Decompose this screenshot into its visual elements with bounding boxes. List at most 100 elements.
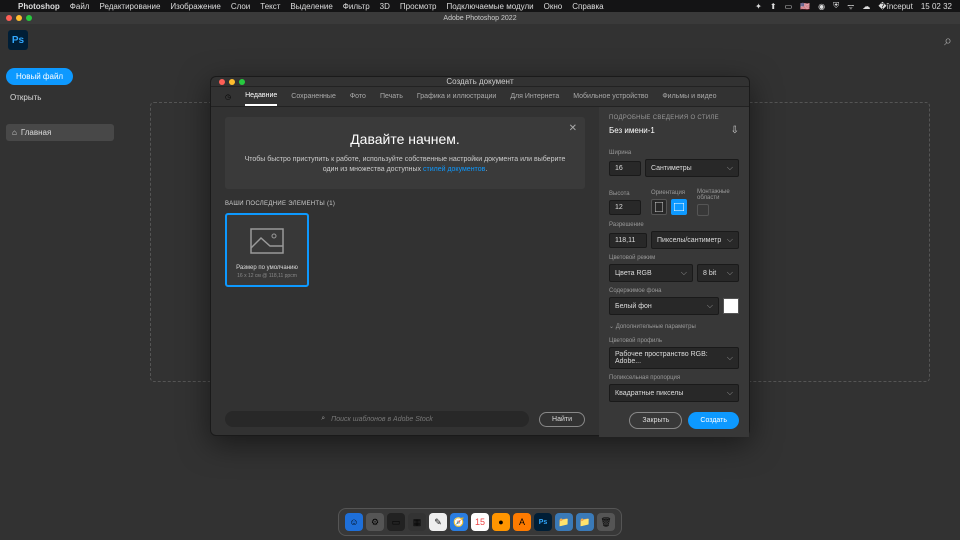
tab-film[interactable]: Фильмы и видео (662, 88, 716, 105)
safari-icon[interactable]: 🧭 (450, 513, 468, 531)
calendar-icon[interactable]: 15 (471, 513, 489, 531)
menu-file[interactable]: Файл (70, 2, 90, 11)
create-button[interactable]: Создать (688, 412, 739, 429)
sidebar-item-home[interactable]: ⌂ Главная (6, 124, 114, 141)
width-input[interactable] (609, 161, 641, 176)
preset-thumb-icon (233, 221, 301, 261)
status-icon[interactable]: ⬆ (770, 2, 777, 11)
close-icon[interactable] (219, 79, 225, 85)
new-file-button[interactable]: Новый файл (6, 68, 73, 85)
tab-saved[interactable]: Сохраненные (291, 88, 336, 105)
folder-icon[interactable]: 📁 (576, 513, 594, 531)
photoshop-icon[interactable]: Ps (534, 513, 552, 531)
window-title: Adobe Photoshop 2022 (443, 15, 516, 22)
app-toolbar: Ps ⌕ (0, 24, 960, 56)
sync-icon[interactable]: ◉ (818, 2, 825, 11)
preset-tabs: ◷ Недавние Сохраненные Фото Печать Графи… (211, 87, 749, 107)
close-icon[interactable]: ✕ (569, 123, 577, 134)
preset-sub: 16 x 12 см @ 118,11 ppcm (233, 273, 301, 279)
folder-icon[interactable]: 📁 (555, 513, 573, 531)
doc-name[interactable]: Без имени-1 (609, 126, 655, 135)
advanced-toggle[interactable]: ⌄ Дополнительные параметры (609, 323, 739, 330)
preset-default[interactable]: Размер по умолчанию 16 x 12 см @ 118,11 … (225, 213, 309, 287)
maximize-icon[interactable] (26, 15, 32, 21)
status-icon[interactable]: ✦ (755, 2, 762, 11)
terminal-icon[interactable]: ▭ (387, 513, 405, 531)
home-sidebar: Новый файл Открыть ⌂ Главная (0, 56, 120, 540)
clock[interactable]: 15 02 32 (921, 2, 952, 11)
width-label: Ширина (609, 150, 739, 156)
menu-layers[interactable]: Слои (231, 2, 250, 11)
save-preset-icon[interactable]: ⇩ (731, 125, 739, 136)
menu-edit[interactable]: Редактирование (99, 2, 160, 11)
menu-help[interactable]: Справка (572, 2, 603, 11)
battery-icon[interactable]: ▭ (785, 2, 793, 11)
open-link[interactable]: Открыть (6, 85, 114, 110)
doc-styles-link[interactable]: стилей документов (423, 166, 485, 173)
hero-banner: ✕ Давайте начнем. Чтобы быстро приступит… (225, 117, 585, 189)
preset-name: Размер по умолчанию (233, 265, 301, 271)
app-icon[interactable]: ● (492, 513, 510, 531)
color-mode-select[interactable]: Цвета RGB (609, 264, 693, 282)
settings-icon[interactable]: ⚙ (366, 513, 384, 531)
profile-label: Цветовой профиль (609, 338, 739, 344)
tab-web[interactable]: Для Интернета (510, 88, 559, 105)
search-placeholder: Поиск шаблонов в Adobe Stock (331, 416, 433, 423)
app-icon[interactable]: ▦ (408, 513, 426, 531)
flag-icon[interactable]: 🇺🇸 (800, 2, 810, 11)
menu-text[interactable]: Текст (260, 2, 280, 11)
menu-view[interactable]: Просмотр (400, 2, 437, 11)
height-input[interactable] (609, 200, 641, 215)
search-icon[interactable]: ⌕ (944, 32, 952, 49)
control-center-icon[interactable]: �început (878, 2, 912, 11)
tab-recent[interactable]: Недавние (245, 87, 277, 106)
menu-select[interactable]: Выделение (290, 2, 332, 11)
portrait-button[interactable] (651, 199, 667, 215)
tab-art[interactable]: Графика и иллюстрации (417, 88, 496, 105)
menu-window[interactable]: Окно (544, 2, 563, 11)
menu-3d[interactable]: 3D (380, 2, 390, 11)
app-menu[interactable]: Photoshop (18, 2, 60, 11)
menu-filter[interactable]: Фильтр (343, 2, 370, 11)
notes-icon[interactable]: ✎ (429, 513, 447, 531)
search-icon: ⌕ (321, 415, 325, 423)
sidebar-item-label: Главная (21, 128, 51, 137)
finder-icon[interactable]: ☺ (345, 513, 363, 531)
minimize-icon[interactable] (16, 15, 22, 21)
height-label: Высота (609, 191, 641, 197)
tab-photo[interactable]: Фото (350, 88, 366, 105)
window-titlebar: Adobe Photoshop 2022 (0, 12, 960, 24)
orient-label: Ориентация (651, 190, 687, 196)
photoshop-logo[interactable]: Ps (8, 30, 28, 50)
aspect-label: Попиксельная пропорция (609, 375, 739, 381)
aspect-select[interactable]: Квадратные пикселы (609, 384, 739, 402)
macos-dock[interactable]: ☺ ⚙ ▭ ▦ ✎ 🧭 15 ● A Ps 📁 📁 🗑 (338, 508, 622, 536)
unit-select[interactable]: Сантиметры (645, 159, 739, 177)
minimize-icon[interactable] (229, 79, 235, 85)
cloud-icon[interactable]: ☁ (862, 2, 870, 11)
hero-text: Чтобы быстро приступить к работе, исполь… (239, 155, 571, 175)
tab-print[interactable]: Печать (380, 88, 403, 105)
bg-color-swatch[interactable] (723, 298, 739, 314)
res-unit-select[interactable]: Пикселы/сантиметр (651, 231, 739, 249)
tab-mobile[interactable]: Мобильное устройство (573, 88, 648, 105)
trash-icon[interactable]: 🗑 (597, 513, 615, 531)
traffic-lights[interactable] (6, 15, 32, 21)
profile-select[interactable]: Рабочее пространство RGB: Adobe... (609, 347, 739, 369)
artboards-checkbox[interactable] (697, 204, 709, 216)
menu-plugins[interactable]: Подключаемые модули (446, 2, 533, 11)
shield-icon[interactable]: ⛨ (833, 1, 839, 11)
stock-search-input[interactable]: ⌕ Поиск шаблонов в Adobe Stock (225, 411, 529, 427)
menu-image[interactable]: Изображение (170, 2, 220, 11)
close-button[interactable]: Закрыть (629, 412, 682, 429)
landscape-button[interactable] (671, 199, 687, 215)
bit-depth-select[interactable]: 8 bit (697, 264, 739, 282)
bg-select[interactable]: Белый фон (609, 297, 719, 315)
maximize-icon[interactable] (239, 79, 245, 85)
dialog-title: Создать документ (446, 77, 513, 86)
close-icon[interactable] (6, 15, 12, 21)
find-button[interactable]: Найти (539, 412, 585, 427)
wifi-icon[interactable]: ᯤ (847, 1, 854, 12)
app-icon[interactable]: A (513, 513, 531, 531)
resolution-input[interactable] (609, 233, 647, 248)
